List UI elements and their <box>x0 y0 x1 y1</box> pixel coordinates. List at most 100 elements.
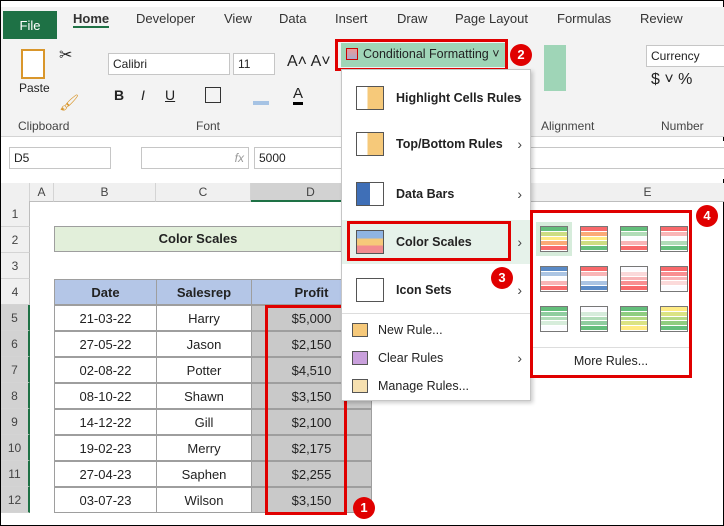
salesrep-cell[interactable]: Wilson <box>156 487 252 513</box>
salesrep-cell[interactable]: Gill <box>156 409 252 435</box>
step-badge-1: 1 <box>353 497 375 519</box>
menu-new-rule[interactable]: New Rule... <box>342 318 530 342</box>
highlight-box-1 <box>265 305 347 515</box>
bold-button[interactable]: B <box>114 87 124 103</box>
name-box[interactable]: D5 <box>9 147 111 169</box>
salesrep-cell[interactable]: Merry <box>156 435 252 461</box>
italic-button[interactable]: I <box>141 87 145 103</box>
step-badge-4: 4 <box>696 205 718 227</box>
row-header[interactable]: 5 <box>1 305 30 331</box>
row-header[interactable]: 10 <box>1 435 30 461</box>
top-bottom-icon <box>356 132 384 156</box>
menu-label: Clear Rules <box>378 351 444 365</box>
salesrep-cell[interactable]: Potter <box>156 357 252 383</box>
date-cell[interactable]: 21-03-22 <box>54 305 157 331</box>
salesrep-cell[interactable]: Saphen <box>156 461 252 487</box>
cut-icon[interactable]: ✂ <box>59 45 72 65</box>
borders-icon[interactable] <box>205 87 221 103</box>
row-header[interactable]: 12 <box>1 487 30 513</box>
chevron-right-icon: › <box>517 186 522 202</box>
tab-view[interactable]: View <box>224 11 252 26</box>
manage-rules-icon <box>352 379 368 393</box>
highlight-box-4 <box>530 210 692 378</box>
table-header[interactable]: Date <box>54 279 157 305</box>
font-name-select[interactable]: Calibri <box>108 53 230 75</box>
align-middle-button[interactable] <box>544 45 566 91</box>
data-bars-icon <box>356 182 384 206</box>
tab-page-layout[interactable]: Page Layout <box>455 11 528 26</box>
menu-label: Manage Rules... <box>378 379 470 393</box>
menu-top-bottom-rules[interactable]: Top/Bottom Rules › <box>342 124 530 164</box>
step-badge-2: 2 <box>510 44 532 66</box>
highlight-cells-icon <box>356 86 384 110</box>
menu-highlight-cells-rules[interactable]: Highlight Cells Rules › <box>342 78 530 118</box>
date-cell[interactable]: 02-08-22 <box>54 357 157 383</box>
tab-file[interactable]: File <box>3 11 57 39</box>
date-cell[interactable]: 19-02-23 <box>54 435 157 461</box>
menu-divider <box>342 313 530 314</box>
menu-manage-rules[interactable]: Manage Rules... <box>342 374 530 398</box>
menu-label: Highlight Cells Rules <box>396 91 522 105</box>
group-number: Number <box>661 119 704 133</box>
chevron-right-icon: › <box>517 350 522 366</box>
row-header[interactable]: 9 <box>1 409 30 435</box>
paste-button[interactable]: Paste <box>19 81 50 95</box>
underline-button[interactable]: U <box>165 87 175 103</box>
salesrep-cell[interactable]: Harry <box>156 305 252 331</box>
tab-insert[interactable]: Insert <box>335 11 368 26</box>
menu-clear-rules[interactable]: Clear Rules › <box>342 346 530 370</box>
highlight-box-2 <box>335 39 508 71</box>
number-format-select[interactable]: Currency <box>646 45 724 67</box>
font-size-icons[interactable]: A˄ A˅ <box>287 53 331 71</box>
date-cell[interactable]: 08-10-22 <box>54 383 157 409</box>
date-cell[interactable]: 27-05-22 <box>54 331 157 357</box>
salesrep-cell[interactable]: Jason <box>156 331 252 357</box>
tab-draw[interactable]: Draw <box>397 11 427 26</box>
menu-data-bars[interactable]: Data Bars › <box>342 174 530 214</box>
date-cell[interactable]: 14-12-22 <box>54 409 157 435</box>
column-header-b[interactable]: B <box>54 183 156 202</box>
select-all[interactable] <box>1 183 30 202</box>
insert-function-button[interactable]: fx <box>141 147 249 169</box>
tab-developer[interactable]: Developer <box>136 11 195 26</box>
menu-label: New Rule... <box>378 323 443 337</box>
fill-color-icon[interactable] <box>253 101 269 105</box>
table-header[interactable]: Salesrep <box>156 279 252 305</box>
chevron-right-icon: › <box>517 90 522 106</box>
row-header[interactable]: 7 <box>1 357 30 383</box>
row-header[interactable]: 8 <box>1 383 30 409</box>
currency-percent-icons[interactable]: $ ˅ % <box>651 71 692 89</box>
format-painter-icon[interactable]: 🖌 <box>59 93 79 113</box>
row-header[interactable]: 4 <box>1 279 30 305</box>
row-header[interactable]: 6 <box>1 331 30 357</box>
highlight-box-3 <box>347 221 511 261</box>
icon-sets-icon <box>356 278 384 302</box>
tab-formulas[interactable]: Formulas <box>557 11 611 26</box>
group-alignment: Alignment <box>541 119 595 133</box>
step-badge-3: 3 <box>491 267 513 289</box>
tab-home[interactable]: Home <box>73 11 110 28</box>
menu-label: Data Bars <box>396 187 455 201</box>
font-size-select[interactable]: 11 <box>233 53 275 75</box>
group-font: Font <box>196 119 221 133</box>
font-color-icon[interactable]: A <box>293 85 304 105</box>
column-header-c[interactable]: C <box>156 183 251 202</box>
group-clipboard: Clipboard <box>18 119 70 133</box>
tab-review[interactable]: Review <box>640 11 683 26</box>
salesrep-cell[interactable]: Shawn <box>156 383 252 409</box>
tab-data[interactable]: Data <box>279 11 306 26</box>
date-cell[interactable]: 03-07-23 <box>54 487 157 513</box>
row-header[interactable]: 3 <box>1 253 30 279</box>
chevron-right-icon: › <box>517 234 522 250</box>
sheet-title[interactable]: Color Scales <box>54 226 342 252</box>
chevron-right-icon: › <box>517 282 522 298</box>
column-header-a[interactable]: A <box>30 183 54 202</box>
new-rule-icon <box>352 323 368 337</box>
date-cell[interactable]: 27-04-23 <box>54 461 157 487</box>
menu-label: Icon Sets <box>396 283 452 297</box>
row-header[interactable]: 11 <box>1 461 30 487</box>
paste-icon <box>21 49 45 79</box>
row-header[interactable]: 2 <box>1 227 30 253</box>
row-header[interactable]: 1 <box>1 201 30 227</box>
column-e-label: E <box>643 185 652 199</box>
